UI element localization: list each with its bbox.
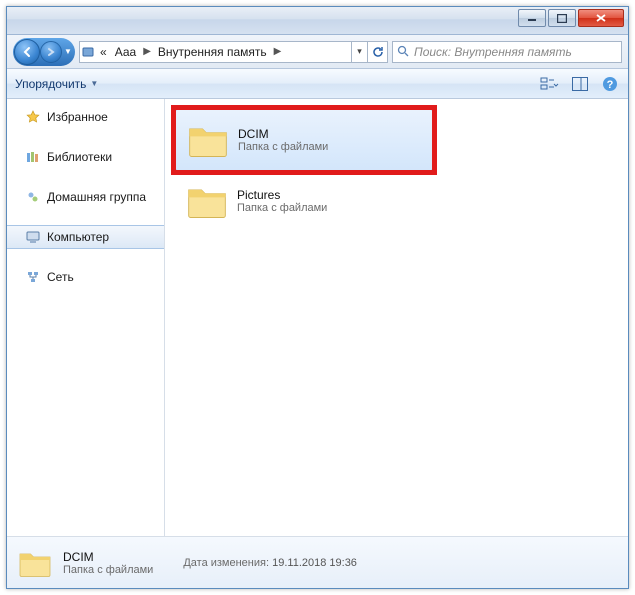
libraries-icon	[25, 149, 41, 165]
computer-icon	[25, 229, 41, 245]
toolbar: Упорядочить ▼ ?	[7, 69, 628, 99]
folder-subtitle: Папка с файлами	[237, 202, 327, 214]
details-pane: DCIM Папка с файлами Дата изменения: 19.…	[7, 536, 628, 588]
titlebar	[7, 7, 628, 35]
folder-icon	[186, 118, 230, 162]
nav-history-dropdown[interactable]: ▼	[62, 47, 74, 56]
view-options-button[interactable]	[540, 74, 560, 94]
folder-name: DCIM	[238, 127, 328, 141]
breadcrumb-seg-1[interactable]: Ааа	[111, 42, 141, 62]
organize-menu[interactable]: Упорядочить ▼	[15, 77, 98, 91]
search-icon	[397, 45, 410, 58]
forward-button[interactable]	[40, 41, 62, 63]
breadcrumb[interactable]: « Ааа ▶ Внутренняя память ▶ ▾	[79, 41, 388, 63]
star-icon	[25, 109, 41, 125]
sidebar-item-libraries[interactable]: Библиотеки	[7, 145, 164, 169]
back-button[interactable]	[14, 39, 40, 65]
address-bar-row: ▼ « Ааа ▶ Внутренняя память ▶ ▾ Поиск: В…	[7, 35, 628, 69]
details-modified: Дата изменения: 19.11.2018 19:36	[183, 557, 357, 569]
folder-icon	[17, 545, 53, 581]
chevron-right-icon[interactable]: ▶	[140, 46, 154, 57]
minimize-button[interactable]	[518, 9, 546, 27]
details-sub: Папка с файлами	[63, 564, 153, 576]
folder-icon	[185, 179, 229, 223]
explorer-window: ▼ « Ааа ▶ Внутренняя память ▶ ▾ Поиск: В…	[6, 6, 629, 589]
body: Избранное Библиотеки Домашняя группа	[7, 99, 628, 536]
refresh-button[interactable]	[367, 42, 387, 62]
chevron-down-icon: ▼	[90, 79, 98, 88]
preview-pane-button[interactable]	[570, 74, 590, 94]
device-icon	[80, 44, 96, 60]
sidebar: Избранное Библиотеки Домашняя группа	[7, 99, 165, 536]
maximize-button[interactable]	[548, 9, 576, 27]
details-name: DCIM	[63, 550, 153, 564]
folder-subtitle: Папка с файлами	[238, 141, 328, 153]
sidebar-item-homegroup[interactable]: Домашняя группа	[7, 185, 164, 209]
folder-item-pictures[interactable]: Pictures Папка с файлами	[175, 171, 433, 231]
folder-name: Pictures	[237, 188, 327, 202]
close-button[interactable]	[578, 9, 624, 27]
svg-text:?: ?	[607, 79, 614, 91]
nav-buttons: ▼	[13, 38, 75, 66]
content-pane[interactable]: DCIM Папка с файлами Pictures Папка с фа…	[165, 99, 628, 536]
homegroup-icon	[25, 189, 41, 205]
search-input[interactable]: Поиск: Внутренняя память	[392, 41, 622, 63]
sidebar-item-network[interactable]: Сеть	[7, 265, 164, 289]
network-icon	[25, 269, 41, 285]
chevron-right-icon[interactable]: ▶	[271, 46, 285, 57]
sidebar-item-computer[interactable]: Компьютер	[7, 225, 164, 249]
breadcrumb-prefix: «	[96, 42, 111, 62]
sidebar-item-favorites[interactable]: Избранное	[7, 105, 164, 129]
help-button[interactable]: ?	[600, 74, 620, 94]
breadcrumb-dropdown[interactable]: ▾	[351, 42, 367, 62]
breadcrumb-seg-2[interactable]: Внутренняя память	[154, 42, 271, 62]
search-placeholder: Поиск: Внутренняя память	[414, 45, 572, 59]
folder-item-dcim[interactable]: DCIM Папка с файлами	[175, 109, 433, 171]
